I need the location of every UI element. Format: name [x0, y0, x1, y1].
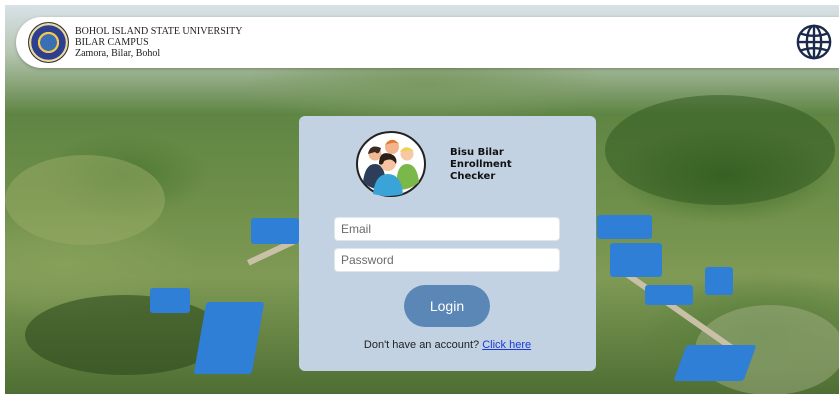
campus-address: Zamora, Bilar, Bohol — [75, 48, 161, 59]
university-seal-icon — [28, 22, 69, 63]
campus-name: BILAR CAMPUS — [75, 37, 149, 48]
people-group-icon — [356, 131, 426, 197]
globe-icon[interactable] — [795, 23, 833, 61]
signup-prompt-text: Don't have an account? — [363, 339, 480, 351]
university-info: BOHOL ISLAND STATE UNIVERSITY BILAR CAMP… — [75, 26, 242, 59]
app-title: Bisu Bilar Enrollment Checker — [450, 147, 512, 182]
signup-link[interactable]: Click here — [482, 339, 531, 351]
site-header: BOHOL ISLAND STATE UNIVERSITY BILAR CAMP… — [16, 17, 839, 68]
signup-prompt: Don't have an account? Click here — [299, 339, 596, 351]
university-name: BOHOL ISLAND STATE UNIVERSITY — [75, 26, 243, 37]
login-button[interactable]: Login — [404, 285, 490, 327]
password-input[interactable] — [334, 248, 560, 272]
email-input[interactable] — [334, 217, 560, 241]
login-card: Bisu Bilar Enrollment Checker Login Don'… — [299, 116, 596, 371]
